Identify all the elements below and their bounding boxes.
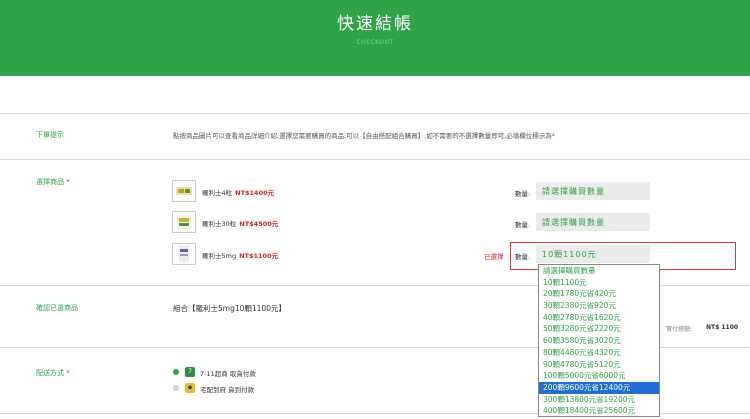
page-header: 快速結帳 CHECKOUT [0, 0, 750, 76]
page-subtitle: CHECKOUT [356, 39, 394, 46]
product-row: 羅利士5mg NT$1100元 已選擇 數量: 10顆1100元 [172, 243, 732, 265]
dropdown-option[interactable]: 10顆1100元 [539, 277, 659, 289]
selected-tag: 已選擇 [484, 253, 504, 261]
dropdown-option[interactable]: 請選擇購買數量 [539, 265, 659, 277]
dropdown-option[interactable]: 90顆4780元省5120元 [539, 359, 659, 371]
radio-unselected-icon[interactable] [173, 385, 179, 391]
dropdown-option[interactable]: 50顆3280元省2220元 [539, 323, 659, 335]
seven-eleven-icon: 7 [185, 367, 195, 377]
dropdown-option[interactable]: 30顆2380元省920元 [539, 300, 659, 312]
section-label-notice: 下單提示 [36, 131, 64, 139]
notice-text: 點按商品圖片可以查看商品詳細介紹,選擇您需要購買的商品,可以【自由搭配組合購買】… [173, 132, 556, 140]
shipping-option-label: 7-11超商 取貨付款 [200, 370, 256, 378]
dropdown-option[interactable]: 300顆13800元省19200元 [539, 394, 659, 406]
divider [0, 113, 750, 114]
quantity-select[interactable]: 10顆1100元 [536, 245, 650, 263]
section-label-shipping: 配送方式 * [36, 369, 70, 377]
dropdown-option[interactable]: 40顆2780元省1620元 [539, 312, 659, 324]
product-image[interactable] [172, 211, 196, 233]
radio-selected-icon[interactable] [173, 369, 179, 375]
dropdown-option[interactable]: 100顆5000元省6000元 [539, 370, 659, 382]
section-label-confirm: 確認已選商品 [36, 304, 78, 312]
dropdown-option[interactable]: 60顆3580元省3020元 [539, 335, 659, 347]
dropdown-option[interactable]: 80顆4480元省4320元 [539, 347, 659, 359]
total-value: NT$ 1100 [706, 324, 739, 331]
divider [0, 159, 750, 160]
dropdown-option[interactable]: 200顆9600元省12400元 [539, 381, 659, 394]
dropdown-option[interactable]: 20顆1780元省420元 [539, 288, 659, 300]
quantity-label: 數量: [515, 221, 531, 229]
product-image[interactable] [172, 180, 196, 202]
product-name: 羅利士5mg NT$1100元 [202, 252, 279, 260]
product-row: 羅利士4粒 NT$1400元 數量: 請選擇購買數量 [172, 180, 732, 202]
delivery-truck-icon: ◆ [185, 383, 195, 393]
quantity-select[interactable]: 請選擇購買數量 [536, 182, 650, 200]
quantity-label: 數量: [515, 190, 531, 198]
dropdown-option[interactable]: 400顆18400元省25600元 [539, 405, 659, 417]
quantity-select[interactable]: 請選擇購買數量 [536, 213, 650, 231]
quantity-dropdown-list[interactable]: 請選擇購買數量 10顆1100元 20顆1780元省420元 30顆2380元省920… [538, 264, 660, 417]
product-name: 羅利士4粒 NT$1400元 [202, 189, 275, 197]
total-label: 實付總額: [666, 326, 693, 333]
quantity-label: 數量: [515, 253, 531, 261]
shipping-option-label: 宅配到府 貨到付款 [200, 386, 255, 394]
product-row: 羅利士30粒 NT$4500元 數量: 請選擇購買數量 [172, 211, 732, 233]
page-title: 快速結帳 [337, 14, 413, 34]
product-image[interactable] [172, 243, 196, 265]
product-name: 羅利士30粒 NT$4500元 [202, 220, 279, 228]
section-label-products: 選擇商品 * [36, 178, 70, 186]
confirmed-items: 組合【羅利士5mg10顆1100元】 [173, 304, 286, 313]
